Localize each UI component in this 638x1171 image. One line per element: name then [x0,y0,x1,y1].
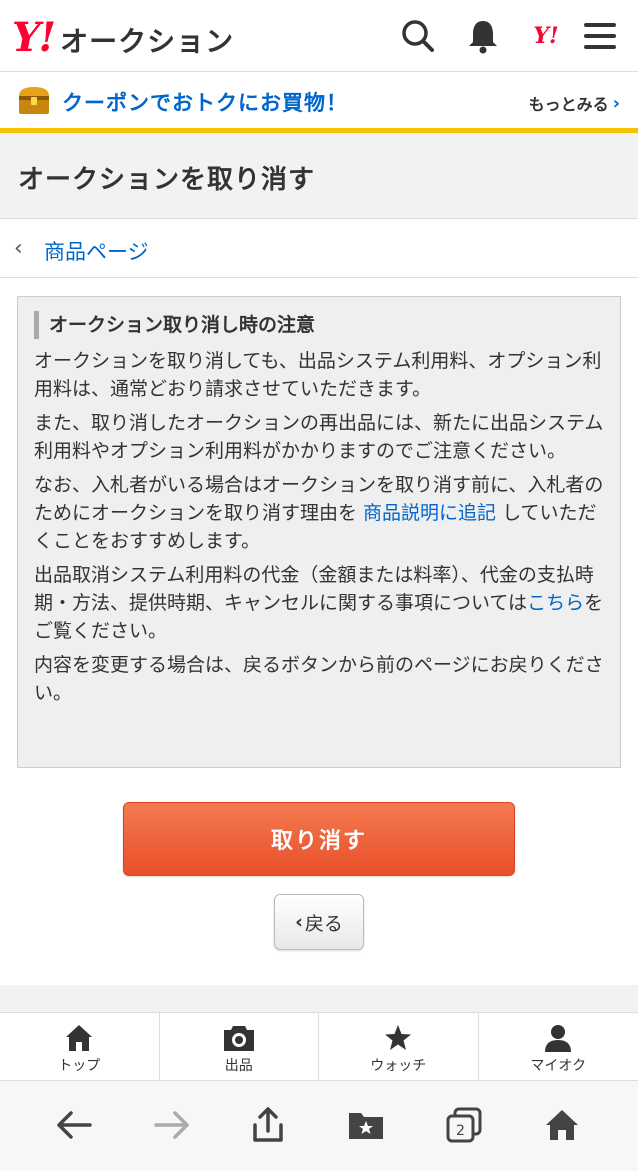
more-label: もっとみる [528,95,609,114]
tab-my-auction[interactable]: マイオク [479,1013,638,1081]
yahoo-japan-icon[interactable]: Y! [526,16,566,56]
notice-text: 出品取消システム利用料の代金（金額または料率）、代金の支払時期・方法、提供時期、… [34,564,594,614]
tab-label: 出品 [224,1058,253,1074]
chevron-left-icon: ‹ [295,911,303,933]
breadcrumb-item-product-page[interactable]: 商品ページ [44,236,149,266]
coupon-banner[interactable]: クーポンでおトクにお買物！ もっとみる › [0,73,638,129]
page-title: オークションを取り消す [18,165,316,195]
page-title-bar: オークションを取り消す [0,133,638,219]
bell-icon[interactable] [463,16,503,56]
person-icon [545,1025,572,1052]
home-icon [66,1025,93,1051]
chevron-left-icon: ‹ [14,236,23,261]
back-button[interactable]: ‹ 戻る [274,894,364,950]
tab-count: 2 [456,1123,465,1139]
notice-paragraph: オークションを取り消しても、出品システム利用料、オプション利用料は、通常どおり請… [34,350,602,400]
cancel-auction-button[interactable]: 取り消す [123,802,515,876]
tabs-icon[interactable]: 2 [442,1103,486,1147]
notice-box: オークション取り消し時の注意 オークションを取り消しても、出品システム利用料、オ… [17,296,621,768]
tab-label: トップ [58,1058,101,1074]
treasure-chest-icon [18,85,50,115]
tab-label: マイオク [530,1058,587,1074]
chevron-right-icon: › [612,92,620,114]
yahoo-auction-logo[interactable]: Y! オークション [12,14,234,61]
logo-text: オークション [60,25,235,58]
tab-watch[interactable]: ウォッチ [319,1013,479,1081]
bookmark-folder-icon[interactable] [344,1103,388,1147]
browser-toolbar: 2 [0,1080,638,1171]
details-link[interactable]: こちら [527,592,584,614]
notice-heading: オークション取り消し時の注意 [34,311,604,339]
breadcrumb[interactable]: ‹ 商品ページ [0,220,638,278]
notice-paragraph: 出品取消システム利用料の代金（金額または料率）、代金の支払時期・方法、提供時期、… [34,561,604,645]
add-description-link[interactable]: 商品説明に追記 [363,502,496,524]
star-icon [385,1025,412,1050]
tab-sell[interactable]: 出品 [160,1013,319,1081]
search-icon[interactable] [398,16,438,56]
notice-paragraph: なお、入札者がいる場合はオークションを取り消す前に、入札者のためにオークションを… [34,471,604,555]
coupon-text: クーポンでおトクにお買物！ [62,91,348,115]
page-footer-spacer [0,985,638,1013]
camera-icon [223,1026,254,1051]
tab-label: ウォッチ [370,1058,427,1074]
back-label: 戻る [304,912,343,935]
notice-paragraph: また、取り消したオークションの再出品には、新たに出品システム利用料やオプション利… [34,412,604,462]
hamburger-menu-icon[interactable] [580,16,620,56]
notice-paragraph: 内容を変更する場合は、戻るボタンから前のページにお戻りください。 [34,654,604,704]
forward-arrow-icon[interactable] [150,1103,194,1147]
tab-top[interactable]: トップ [0,1013,160,1081]
back-arrow-icon[interactable] [52,1103,96,1147]
logo-mark: Y! [12,14,56,61]
bottom-tab-bar: トップ 出品 ウォッチ マイオク [0,1012,638,1081]
share-icon[interactable] [246,1103,290,1147]
home-icon[interactable] [540,1103,584,1147]
app-header: Y! オークション Y! [0,0,638,72]
more-link[interactable]: もっとみる › [529,91,620,115]
